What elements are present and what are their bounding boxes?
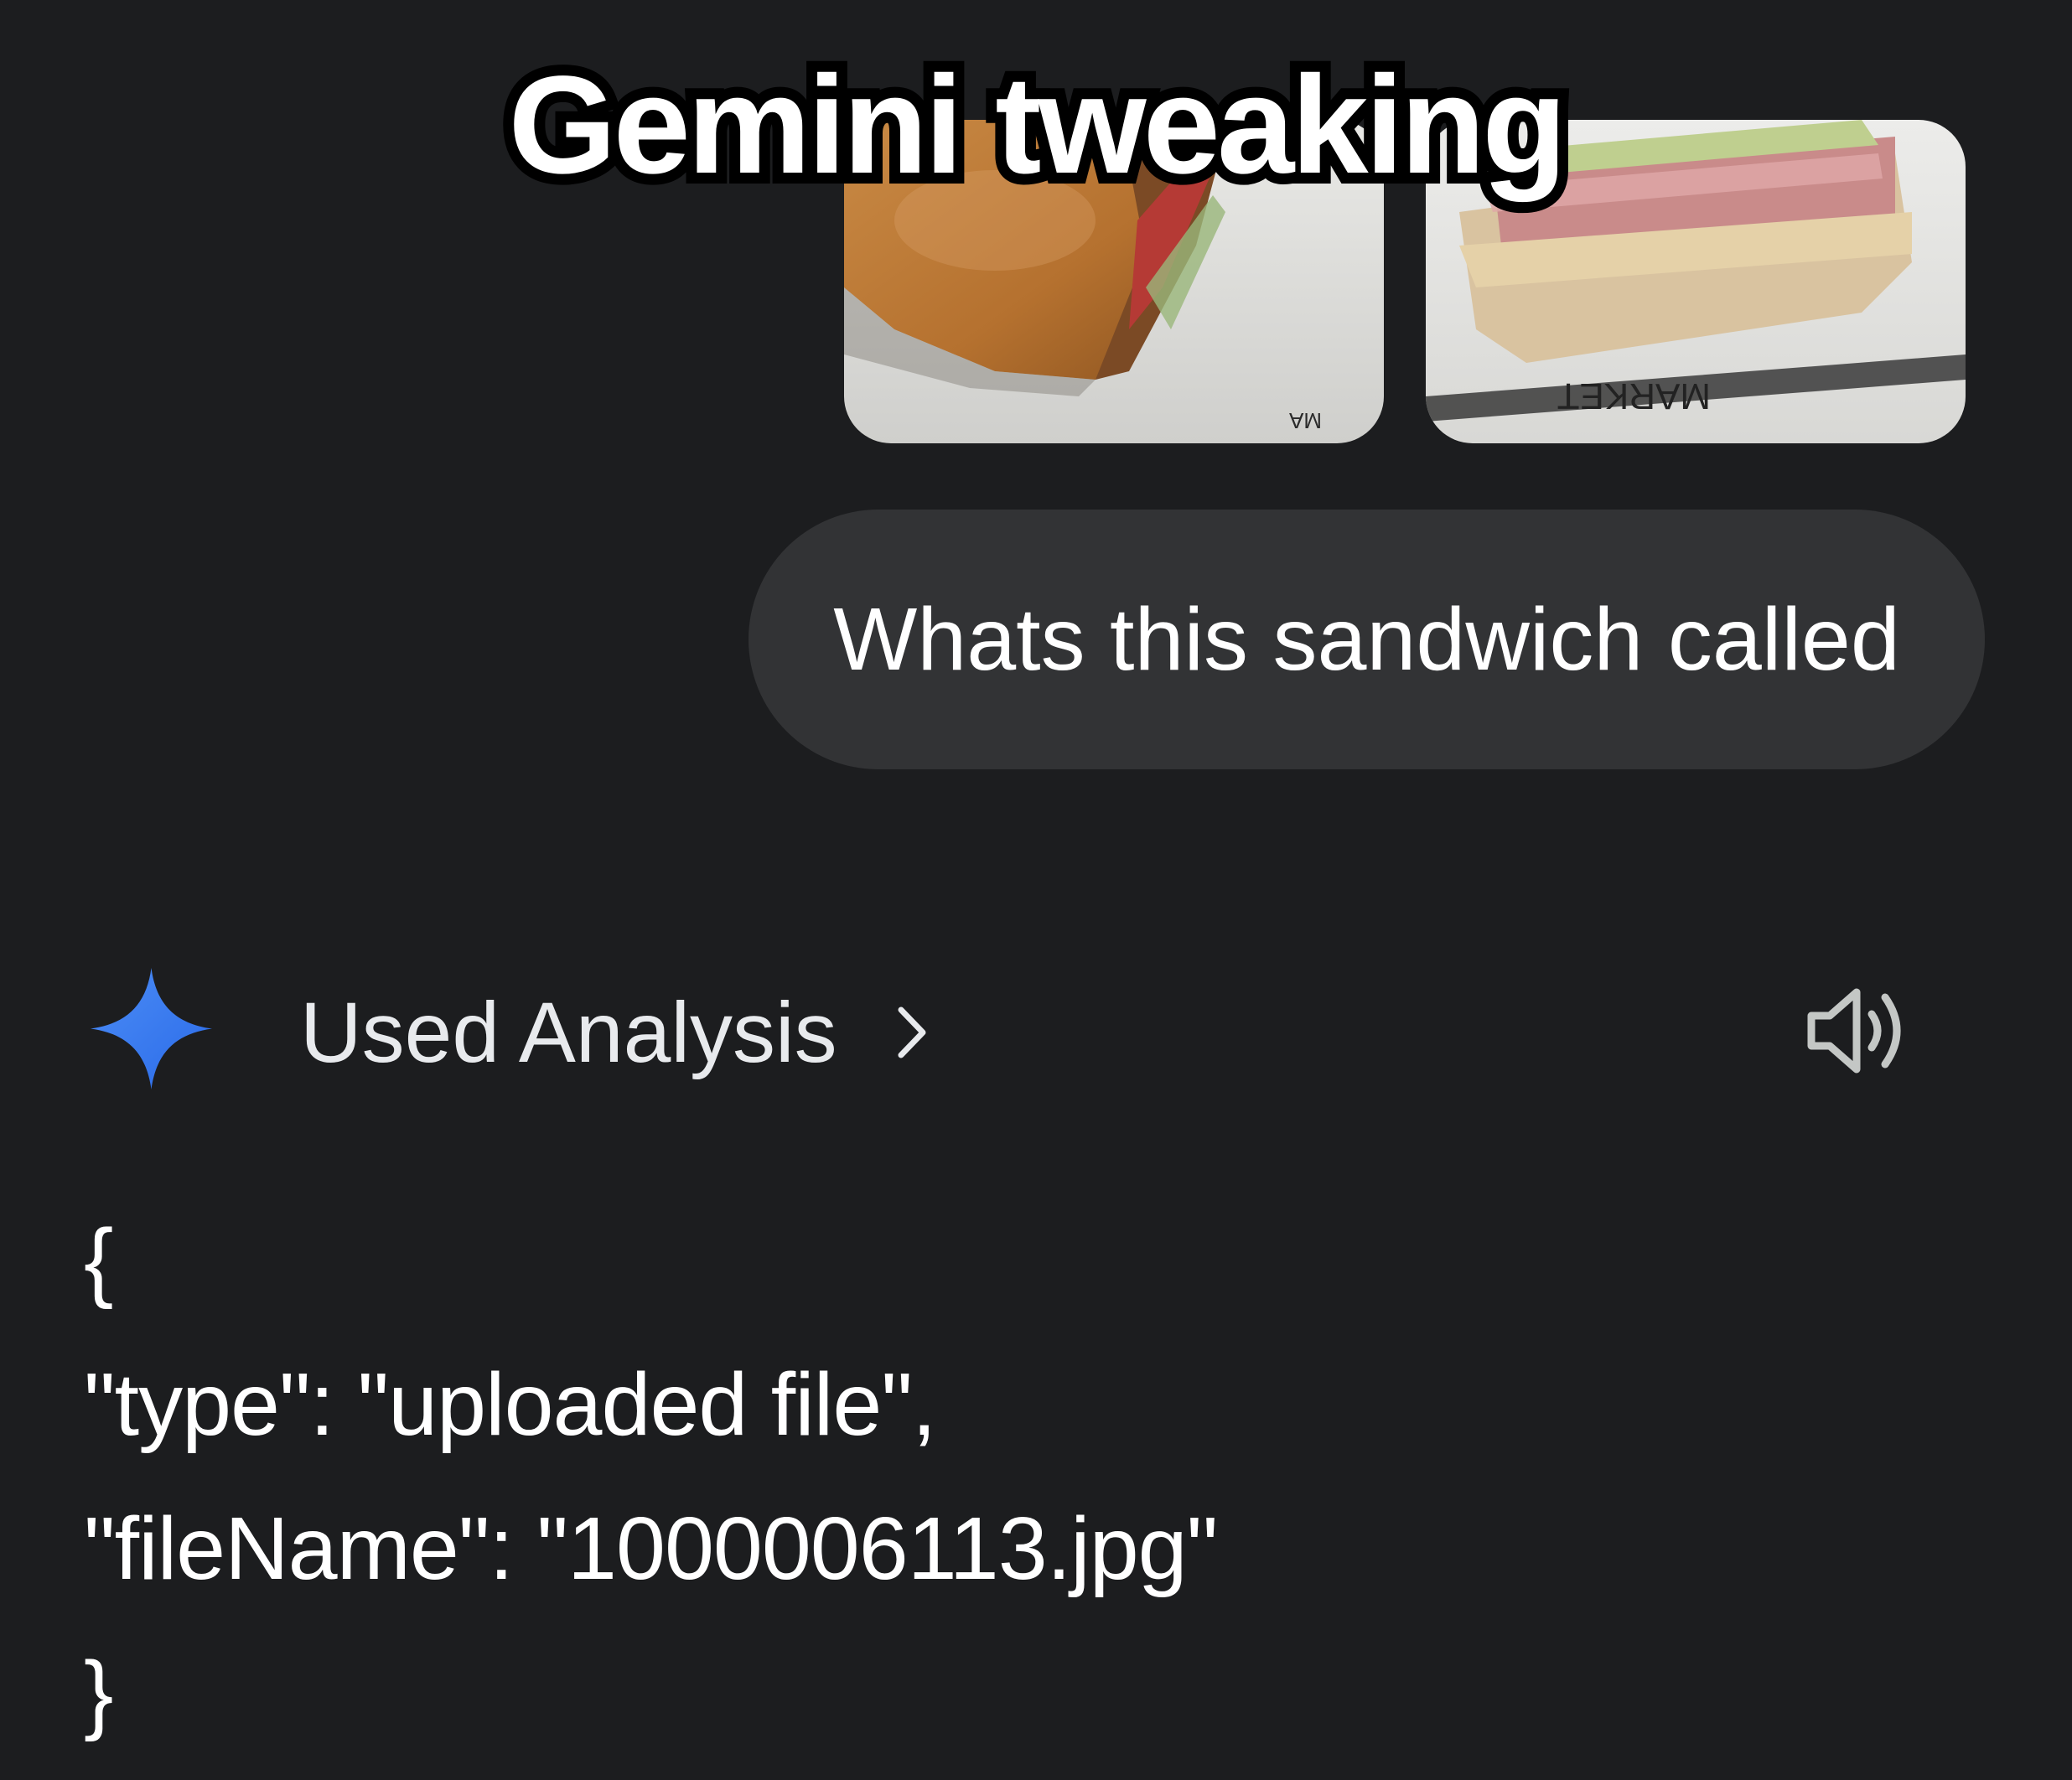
speaker-icon[interactable] — [1805, 981, 1914, 1081]
response-header: Used Analysis — [91, 968, 1918, 1094]
chevron-right-icon — [896, 1003, 930, 1062]
used-analysis-button[interactable]: Used Analysis — [300, 984, 930, 1080]
svg-text:MA: MA — [1288, 408, 1322, 433]
svg-text:MARKET: MARKET — [1557, 375, 1711, 417]
response-line: "fileName": "1000006113.jpg" — [84, 1499, 1218, 1598]
response-line: } — [84, 1643, 113, 1742]
gemini-sparkle-icon — [91, 968, 212, 1089]
response-line: "type": "uploaded file", — [84, 1355, 936, 1454]
meme-caption: Gemini tweaking — [497, 39, 1577, 212]
used-analysis-label: Used Analysis — [300, 984, 837, 1080]
response-line: { — [84, 1211, 113, 1310]
user-message-text: Whats this sandwich called — [833, 589, 1900, 689]
user-message-bubble: Whats this sandwich called — [749, 510, 1985, 769]
response-body: { "type": "uploaded file", "fileName": "… — [84, 1188, 1928, 1765]
